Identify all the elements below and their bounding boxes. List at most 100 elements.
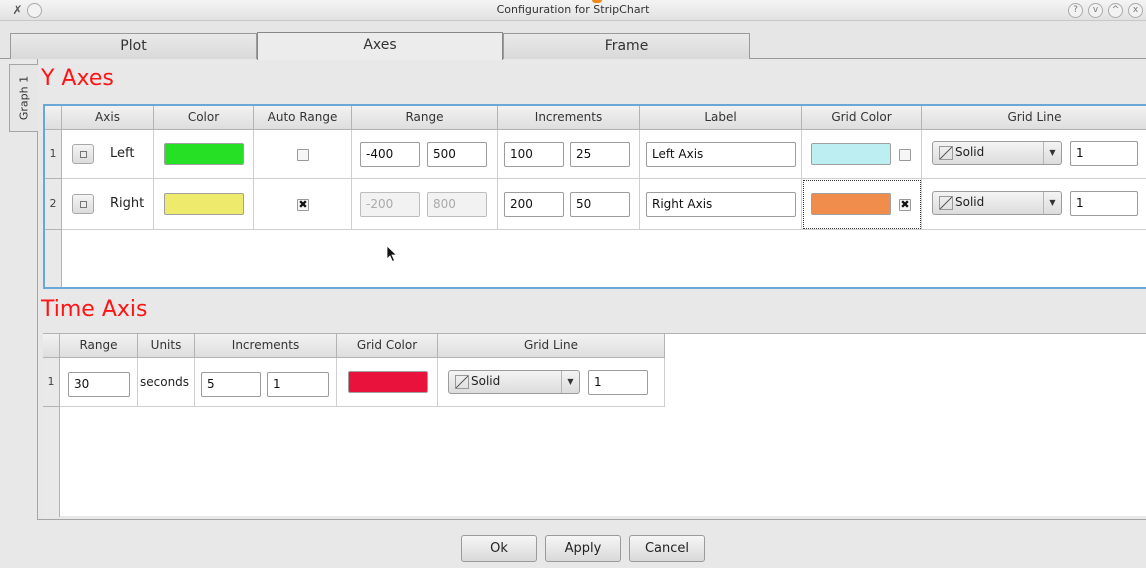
range-cell: -200 800 <box>352 179 498 230</box>
tab-axes[interactable]: Axes <box>257 32 503 60</box>
grid-line-select[interactable]: Solid ▼ <box>932 141 1062 165</box>
increments-cell: 200 50 <box>498 179 640 230</box>
axis-name: Left <box>110 146 135 161</box>
y-axes-table: Axis Color Auto Range Range Increments L… <box>43 104 1146 289</box>
apply-button[interactable]: Apply <box>545 535 621 562</box>
dropdown-arrow-icon: ▼ <box>1043 192 1061 214</box>
header-label: Label <box>640 106 802 130</box>
row-number: 2 <box>45 179 62 230</box>
minor-increment-input[interactable]: 1 <box>267 372 329 397</box>
axis-select-button[interactable] <box>72 194 94 214</box>
header-units: Units <box>138 334 195 358</box>
grid-color-cell <box>802 130 922 179</box>
increments-cell: 100 25 <box>498 130 640 179</box>
auto-range-checkbox[interactable] <box>297 149 309 161</box>
grid-line-select[interactable]: Solid ▼ <box>932 191 1062 215</box>
grid-enable-checkbox[interactable]: ✖ <box>899 199 911 211</box>
units-cell: seconds <box>138 358 195 407</box>
grid-color-swatch[interactable] <box>348 371 428 393</box>
auto-range-cell <box>254 130 352 179</box>
minimize-icon[interactable]: v <box>1088 3 1103 18</box>
grid-color-cell: ✖ <box>802 179 922 230</box>
auto-range-checkbox[interactable]: ✖ <box>297 199 309 211</box>
header-increments: Increments <box>195 334 337 358</box>
cancel-button[interactable]: Cancel <box>629 535 705 562</box>
dropdown-arrow-icon: ▼ <box>1043 142 1061 164</box>
header-color: Color <box>154 106 254 130</box>
grid-line-cell: Solid ▼ 1 <box>438 358 665 407</box>
corner-header <box>43 334 60 358</box>
tab-frame[interactable]: Frame <box>503 33 750 59</box>
axis-cell: Left <box>62 130 154 179</box>
header-grid-color: Grid Color <box>802 106 922 130</box>
major-increment-input[interactable]: 100 <box>504 142 564 167</box>
maximize-icon[interactable]: ^ <box>1108 3 1123 18</box>
grid-line-value: Solid <box>471 374 501 388</box>
row-header-filler <box>43 407 60 517</box>
title-bar: ✗ Configuration for StripChart ? v ^ x <box>0 0 1146 21</box>
units-value: seconds <box>140 375 190 389</box>
row-header-filler <box>45 230 62 287</box>
header-grid-line: Grid Line <box>438 334 665 358</box>
time-range-cell: 30 <box>60 358 138 407</box>
line-style-icon <box>455 375 469 389</box>
grid-width-input[interactable]: 1 <box>588 370 648 395</box>
close-icon[interactable]: x <box>1128 3 1143 18</box>
ok-button[interactable]: Ok <box>461 535 537 562</box>
color-swatch[interactable] <box>164 143 244 165</box>
increments-cell: 5 1 <box>195 358 337 407</box>
y-axes-title: Y Axes <box>41 66 114 91</box>
corner-header <box>45 106 62 130</box>
row-number: 1 <box>45 130 62 179</box>
header-axis: Axis <box>62 106 154 130</box>
color-cell <box>154 179 254 230</box>
grid-line-cell: Solid ▼ 1 <box>922 179 1146 230</box>
axis-label-input[interactable]: Right Axis <box>646 192 796 217</box>
header-grid-color: Grid Color <box>337 334 438 358</box>
time-range-input[interactable]: 30 <box>68 372 130 397</box>
header-auto-range: Auto Range <box>254 106 352 130</box>
grid-color-cell <box>337 358 438 407</box>
tab-plot[interactable]: Plot <box>10 33 257 59</box>
grid-line-select[interactable]: Solid ▼ <box>448 370 580 394</box>
major-increment-input[interactable]: 5 <box>201 372 261 397</box>
auto-range-cell: ✖ <box>254 179 352 230</box>
header-range: Range <box>60 334 138 358</box>
window-title: Configuration for StripChart <box>496 3 650 16</box>
help-icon[interactable]: ? <box>1068 3 1083 18</box>
tab-bar: Plot Axes Frame <box>0 21 1146 60</box>
tab-graph-1-label: Graph 1 <box>17 75 31 121</box>
line-style-icon <box>939 146 953 160</box>
header-range: Range <box>352 106 498 130</box>
grid-width-input[interactable]: 1 <box>1070 141 1138 166</box>
range-min-input[interactable]: -200 <box>360 192 420 217</box>
grid-color-swatch[interactable] <box>811 193 891 215</box>
dropdown-arrow-icon: ▼ <box>561 371 579 393</box>
range-min-input[interactable]: -400 <box>360 142 420 167</box>
row-number: 1 <box>43 358 60 407</box>
header-grid-line: Grid Line <box>922 106 1146 130</box>
grid-enable-checkbox[interactable] <box>899 149 911 161</box>
color-swatch[interactable] <box>164 193 244 215</box>
axis-name: Right <box>110 196 145 211</box>
range-max-input[interactable]: 500 <box>427 142 487 167</box>
minor-increment-input[interactable]: 50 <box>570 192 630 217</box>
square-icon <box>80 151 87 158</box>
axis-label-input[interactable]: Left Axis <box>646 142 796 167</box>
label-cell: Left Axis <box>640 130 802 179</box>
header-increments: Increments <box>498 106 640 130</box>
grid-line-value: Solid <box>955 145 985 159</box>
axis-select-button[interactable] <box>72 144 94 164</box>
grid-color-swatch[interactable] <box>811 143 891 165</box>
range-cell: -400 500 <box>352 130 498 179</box>
minor-increment-input[interactable]: 25 <box>570 142 630 167</box>
range-max-input[interactable]: 800 <box>427 192 487 217</box>
grid-width-input[interactable]: 1 <box>1070 191 1138 216</box>
tab-graph-1[interactable]: Graph 1 <box>9 64 38 132</box>
major-increment-input[interactable]: 200 <box>504 192 564 217</box>
grid-line-value: Solid <box>955 195 985 209</box>
label-cell: Right Axis <box>640 179 802 230</box>
axis-cell: Right <box>62 179 154 230</box>
color-cell <box>154 130 254 179</box>
grid-line-cell: Solid ▼ 1 <box>922 130 1146 179</box>
